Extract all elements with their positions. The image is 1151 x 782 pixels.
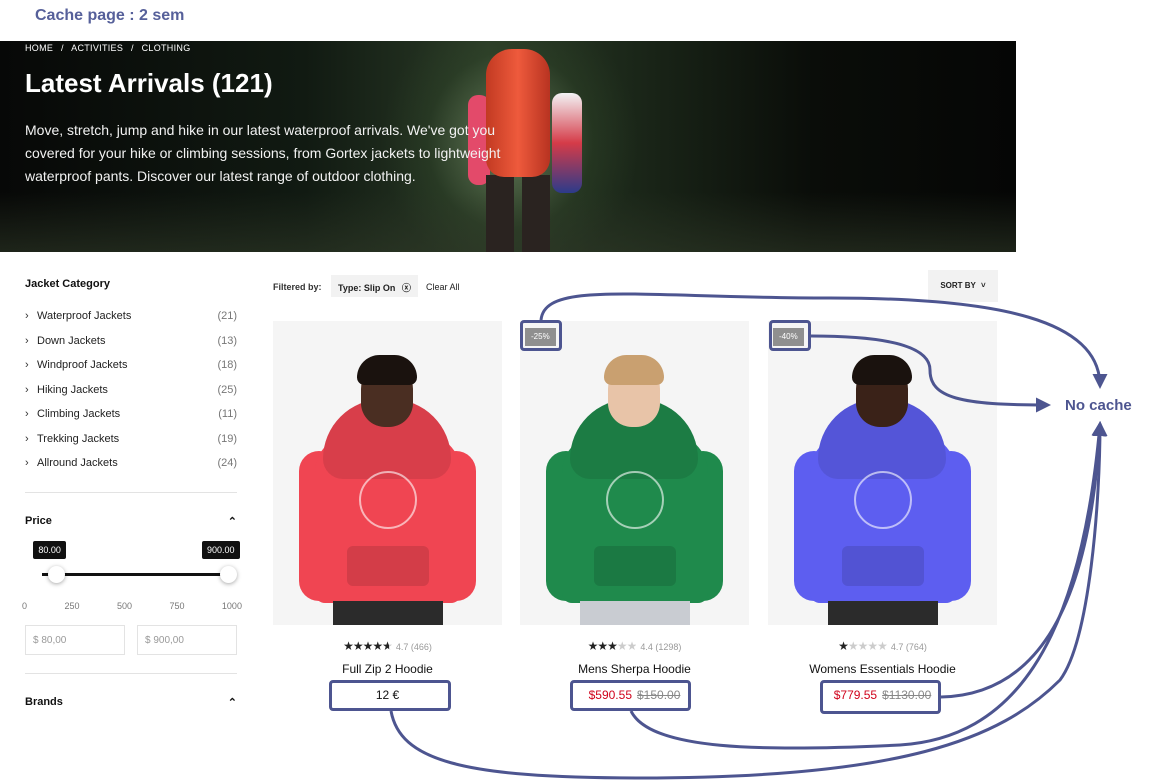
sort-by-button[interactable]: SORT BY ˅ — [928, 270, 998, 302]
product-name[interactable]: Womens Essentials Hoodie — [768, 662, 997, 676]
chevron-right-icon: › — [25, 408, 29, 420]
annotation-box-price — [329, 680, 451, 711]
category-count: (19) — [217, 432, 237, 445]
rating-text: 4.4 (1298) — [640, 642, 682, 652]
breadcrumb-home[interactable]: HOME — [25, 43, 53, 53]
category-item[interactable]: › Windproof Jackets (18) — [25, 359, 237, 384]
price-max-handle[interactable] — [220, 566, 237, 583]
category-item[interactable]: › Waterproof Jackets (21) — [25, 310, 237, 335]
product-image[interactable]: -40% — [768, 321, 997, 625]
product-image[interactable] — [273, 321, 502, 625]
filter-chip-type[interactable]: Type: Slip On ⓧ — [331, 275, 418, 297]
hero-description: Move, stretch, jump and hike in our late… — [25, 122, 501, 184]
category-label: Waterproof Jackets — [37, 310, 132, 322]
price-tick: 0 — [22, 601, 28, 611]
category-count: (21) — [217, 310, 237, 322]
hoodie-model-photo — [768, 321, 997, 625]
price-min-input[interactable]: $ 80,00 — [25, 625, 125, 655]
price-tick: 750 — [169, 601, 185, 611]
chevron-right-icon: › — [25, 457, 29, 469]
product-card[interactable]: -40% ★★★★★ 4.7 (764) Womens Essentials Hood… — [768, 321, 997, 702]
price-max-input[interactable]: $ 900,00 — [137, 625, 237, 655]
category-title: Jacket Category — [25, 278, 110, 290]
price-slider-track[interactable] — [42, 573, 222, 576]
category-count: (11) — [218, 408, 237, 420]
brands-title: Brands — [25, 696, 63, 708]
price-title: Price — [25, 515, 52, 527]
category-list: › Waterproof Jackets (21) › Down Jackets (13)… — [25, 310, 237, 482]
chevron-right-icon: › — [25, 432, 29, 445]
category-item[interactable]: › Down Jackets (13) — [25, 335, 237, 360]
category-count: (18) — [217, 359, 237, 371]
chevron-right-icon: › — [25, 310, 29, 322]
breadcrumb: HOME / ACTIVITIES / CLOTHING — [25, 43, 191, 53]
chevron-up-icon[interactable]: ⌃ — [228, 696, 237, 709]
hoodie-model-photo — [520, 321, 749, 625]
remove-filter-icon[interactable]: ⓧ — [402, 283, 411, 293]
clear-all-link[interactable]: Clear All — [426, 282, 460, 292]
chevron-right-icon: › — [25, 334, 29, 347]
chevron-up-icon[interactable]: ⌃ — [228, 515, 237, 528]
brands-section-header[interactable]: Brands ⌃ — [25, 696, 237, 709]
category-label: Allround Jackets — [37, 457, 118, 469]
sort-by-label: SORT BY — [940, 281, 976, 290]
discount-badge: -40% — [773, 328, 804, 346]
product-image[interactable]: -25% — [520, 321, 749, 625]
annotation-box-price — [820, 680, 941, 714]
product-name[interactable]: Mens Sherpa Hoodie — [520, 662, 749, 676]
price-tick: 1000 — [221, 601, 242, 611]
rating-stars-icon: ★★★★★ — [587, 639, 638, 653]
product-card[interactable]: -25% ★★★★★ 4.4 (1298) Mens Sherpa Hoodie $59… — [520, 321, 749, 702]
breadcrumb-activities[interactable]: ACTIVITIES — [71, 43, 123, 53]
filtered-by-label: Filtered by: — [273, 282, 322, 292]
chevron-down-icon: ˅ — [980, 281, 986, 290]
price-tick: 500 — [116, 601, 132, 611]
category-label: Climbing Jackets — [37, 408, 121, 420]
product-name[interactable]: Full Zip 2 Hoodie — [273, 662, 502, 676]
price-max-tooltip: 900.00 — [202, 541, 240, 559]
price-min-tooltip: 80.00 — [33, 541, 66, 559]
category-count: (13) — [217, 334, 237, 347]
rating-text: 4.7 (466) — [395, 642, 432, 652]
product-rating: ★★★★★ 4.4 (1298) — [520, 639, 749, 653]
price-tick: 250 — [64, 601, 80, 611]
filter-bar: Filtered by: Type: Slip On ⓧ Clear All S… — [273, 270, 999, 302]
chevron-right-icon: › — [25, 383, 29, 396]
page-title: Latest Arrivals (121) — [25, 68, 273, 98]
divider — [25, 673, 237, 674]
cache-annotation: Cache page : 2 sem — [35, 7, 185, 24]
rating-stars-icon: ★★★★★ — [343, 639, 393, 653]
product-rating: ★★★★★ 4.7 (466) — [273, 639, 502, 653]
category-item[interactable]: › Trekking Jackets (19) — [25, 433, 237, 458]
price-scale: 0 250 500 750 1000 — [22, 601, 242, 611]
product-rating: ★★★★★ 4.7 (764) — [768, 639, 997, 653]
price-min-handle[interactable] — [48, 566, 66, 583]
filter-chip-label: Type: Slip On — [338, 283, 396, 293]
no-cache-annotation: No cache — [1065, 397, 1132, 414]
category-count: (24) — [217, 457, 237, 469]
divider — [25, 492, 237, 493]
rating-stars-icon: ★★★★★ — [838, 639, 888, 653]
price-section-header[interactable]: Price ⌃ — [25, 515, 237, 528]
category-label: Trekking Jackets — [37, 432, 120, 445]
category-item[interactable]: › Allround Jackets (24) — [25, 457, 237, 482]
category-item[interactable]: › Hiking Jackets (25) — [25, 384, 237, 409]
discount-badge: -25% — [525, 328, 556, 346]
category-label: Hiking Jackets — [37, 383, 108, 396]
product-card[interactable]: ★★★★★ 4.7 (466) Full Zip 2 Hoodie 12 € — [273, 321, 502, 702]
category-label: Down Jackets — [37, 334, 106, 347]
breadcrumb-clothing[interactable]: CLOTHING — [142, 43, 191, 53]
category-count: (25) — [217, 383, 237, 396]
annotation-box-price — [570, 680, 691, 711]
hoodie-model-photo — [273, 321, 502, 625]
chevron-right-icon: › — [25, 359, 29, 371]
hero-banner: HOME / ACTIVITIES / CLOTHING Latest Arri… — [0, 41, 1016, 252]
rating-text: 4.7 (764) — [890, 642, 927, 652]
category-label: Windproof Jackets — [37, 359, 128, 371]
category-item[interactable]: › Climbing Jackets (11) — [25, 408, 237, 433]
